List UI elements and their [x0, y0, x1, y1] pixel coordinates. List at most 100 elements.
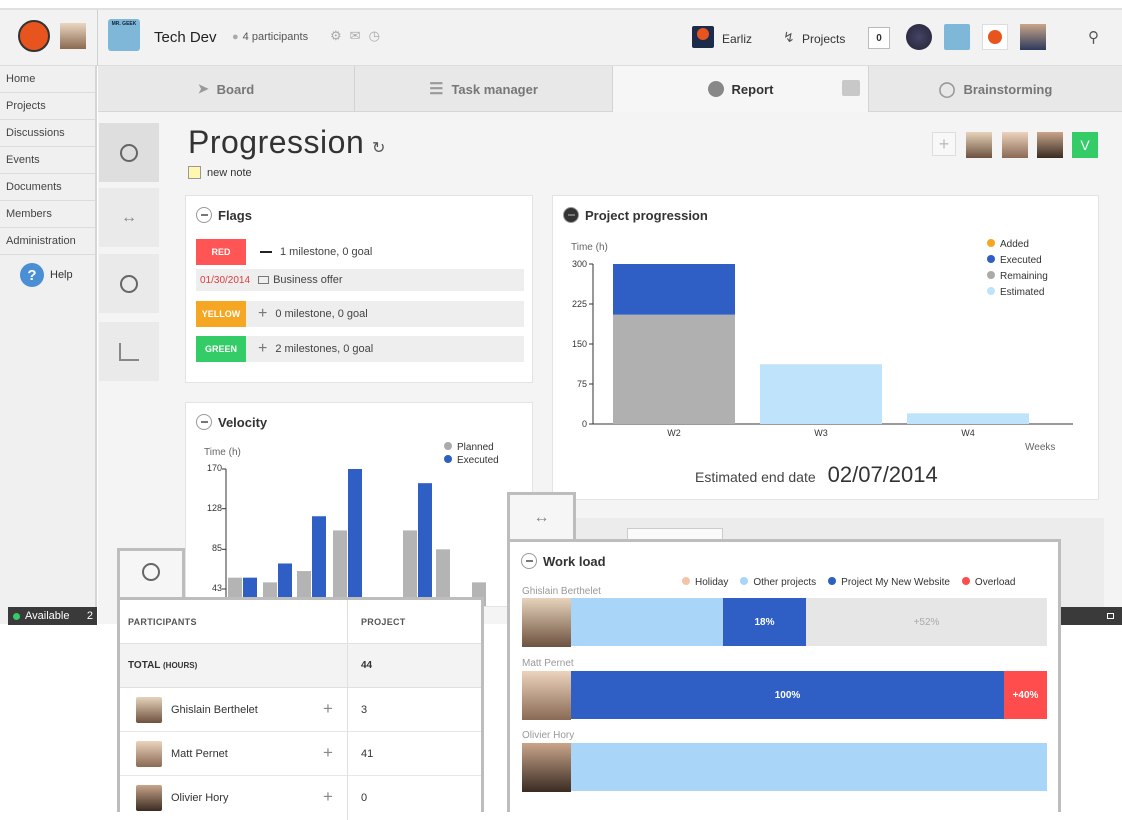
plus-icon[interactable]: + [258, 305, 267, 323]
nav-documents[interactable]: Documents [0, 174, 95, 201]
earliz-link[interactable]: Earliz [722, 32, 752, 46]
project-avatar-2[interactable] [944, 24, 970, 50]
avatar [522, 598, 571, 647]
flag-green-text: 2 milestones, 0 goal [275, 343, 374, 355]
nav-home[interactable]: Home [0, 66, 95, 93]
participant-row[interactable]: Ghislain Berthelet + 3 [120, 688, 481, 732]
flag-row-yellow[interactable]: YELLOW + 0 milestone, 0 goal [196, 301, 524, 327]
mail-icon[interactable]: ✉ [350, 28, 361, 44]
bulb-icon: ◯ [938, 81, 956, 98]
member-avatar-2[interactable] [1002, 132, 1028, 158]
workload-title-row: Work load [521, 553, 606, 569]
progress-bar-remaining[interactable] [613, 314, 735, 424]
new-note-label: new note [207, 166, 252, 179]
workload-overload-bar[interactable]: +40% [1004, 671, 1047, 719]
participant-row[interactable]: Matt Pernet + 41 [120, 732, 481, 776]
velocity-bar-executed[interactable] [418, 483, 432, 607]
clock-icon [120, 274, 138, 293]
progress-bar-estimated[interactable] [760, 364, 882, 424]
workload-other-bar[interactable] [571, 598, 723, 646]
legend-holiday: Holiday [682, 577, 728, 588]
project-avatar-4[interactable] [1020, 24, 1046, 50]
validate-button[interactable]: V [1072, 132, 1098, 158]
new-note-button[interactable]: new note [188, 166, 252, 179]
tab-brainstorming-label: Brainstorming [963, 81, 1053, 97]
participants-label: 4 participants [242, 31, 309, 43]
window-icon[interactable] [1107, 613, 1114, 619]
chart-icon [119, 342, 139, 361]
projects-link[interactable]: Projects [802, 32, 845, 46]
progress-bar-estimated[interactable] [907, 413, 1029, 424]
lightning-icon: ↯ [783, 29, 795, 45]
plus-icon[interactable]: + [323, 787, 333, 807]
top-bar: MR. GEEK Tech Dev ● 4 participants ⚙ ✉ ◷ Ea… [0, 8, 1122, 66]
project-avatar-1[interactable] [906, 24, 932, 50]
tab-board[interactable]: ➤ Board [98, 66, 355, 112]
plus-icon[interactable]: + [258, 340, 267, 358]
tab-brainstorming[interactable]: ◯ Brainstorming [869, 66, 1122, 112]
user-avatar[interactable] [60, 23, 86, 49]
add-member-button[interactable]: + [932, 132, 956, 156]
help-button[interactable]: ? Help [20, 263, 95, 287]
velocity-bar-executed[interactable] [312, 516, 326, 607]
member-avatar-3[interactable] [1037, 132, 1063, 158]
report-progression-button[interactable] [99, 123, 159, 183]
app: MR. GEEK Tech Dev ● 4 participants ⚙ ✉ ◷ Ea… [0, 0, 1122, 820]
workload-legend: Holiday Other projects Project My New We… [682, 577, 1016, 588]
report-workload-button[interactable]: ↔ [99, 188, 159, 248]
print-icon[interactable] [842, 80, 860, 96]
avatar [522, 743, 571, 792]
nav-projects[interactable]: Projects [0, 93, 95, 120]
legend-other-label: Other projects [753, 577, 817, 588]
velocity-bar-executed[interactable] [348, 469, 362, 607]
progress-bar-executed[interactable] [613, 264, 735, 315]
workload-popup-tab[interactable]: ↔ [507, 492, 576, 544]
participant-name: Matt Pernet [171, 748, 228, 760]
plus-icon[interactable]: + [323, 699, 333, 719]
status-bar[interactable]: Available 2 [8, 607, 97, 625]
project-avatar-3[interactable] [982, 24, 1008, 50]
flag-row-green[interactable]: GREEN + 2 milestones, 0 goal [196, 336, 524, 362]
notification-badge[interactable]: 0 [868, 27, 890, 49]
workload-project-bar[interactable]: 100% [571, 671, 1004, 719]
nav-discussions[interactable]: Discussions [0, 120, 95, 147]
project-title[interactable]: Tech Dev [154, 29, 217, 46]
velocity-bar-planned[interactable] [403, 530, 417, 607]
flags-card: Flags RED 1 milestone, 0 goal 01/30/2014… [185, 195, 533, 383]
progression-chart: 300 225 150 75 0 W2 W3 W4 [572, 259, 1073, 438]
participants-popup-tab[interactable] [117, 548, 185, 600]
flag-row-milestone[interactable]: 01/30/2014 Business offer [196, 269, 524, 291]
participants-count[interactable]: ● 4 participants [232, 31, 308, 43]
status-label: Available [25, 610, 70, 622]
help-label: Help [50, 269, 73, 281]
nav-administration[interactable]: Administration [0, 228, 95, 255]
tab-report[interactable]: Report [613, 66, 869, 112]
clock-icon[interactable]: ◷ [369, 28, 380, 44]
col-participants: PARTICIPANTS [128, 617, 197, 627]
estimated-end: Estimated end date 02/07/2014 [695, 462, 938, 488]
pin-icon[interactable] [521, 553, 537, 569]
plus-icon[interactable]: + [323, 743, 333, 763]
participant-row[interactable]: Olivier Hory + 0 [120, 776, 481, 820]
tab-task-manager[interactable]: ☰ Task manager [355, 66, 613, 112]
workload-project-bar[interactable]: 18% [723, 598, 806, 646]
flag-row-red[interactable]: RED 1 milestone, 0 goal [196, 239, 524, 265]
flag-tag-yellow: YELLOW [196, 301, 246, 327]
gear-icon[interactable]: ⚙ [330, 28, 342, 44]
workload-other-bar[interactable] [571, 743, 1047, 791]
report-chart-button[interactable] [99, 322, 159, 382]
search-icon[interactable]: ⚲ [1088, 28, 1099, 46]
y-tick-label: 0 [582, 419, 587, 429]
velocity-bar-planned[interactable] [333, 530, 347, 607]
nav-events[interactable]: Events [0, 147, 95, 174]
report-time-button[interactable] [99, 254, 159, 314]
app-logo[interactable] [18, 20, 50, 52]
pin-icon[interactable] [196, 207, 212, 223]
workload-free-bar[interactable]: +52% [806, 598, 1047, 646]
member-avatar-1[interactable] [966, 132, 992, 158]
workload-person-name: Matt Pernet [522, 658, 574, 669]
refresh-icon[interactable]: ↻ [372, 138, 385, 158]
nav-members[interactable]: Members [0, 201, 95, 228]
avatar [136, 697, 162, 723]
tab-task-manager-label: Task manager [451, 81, 538, 97]
